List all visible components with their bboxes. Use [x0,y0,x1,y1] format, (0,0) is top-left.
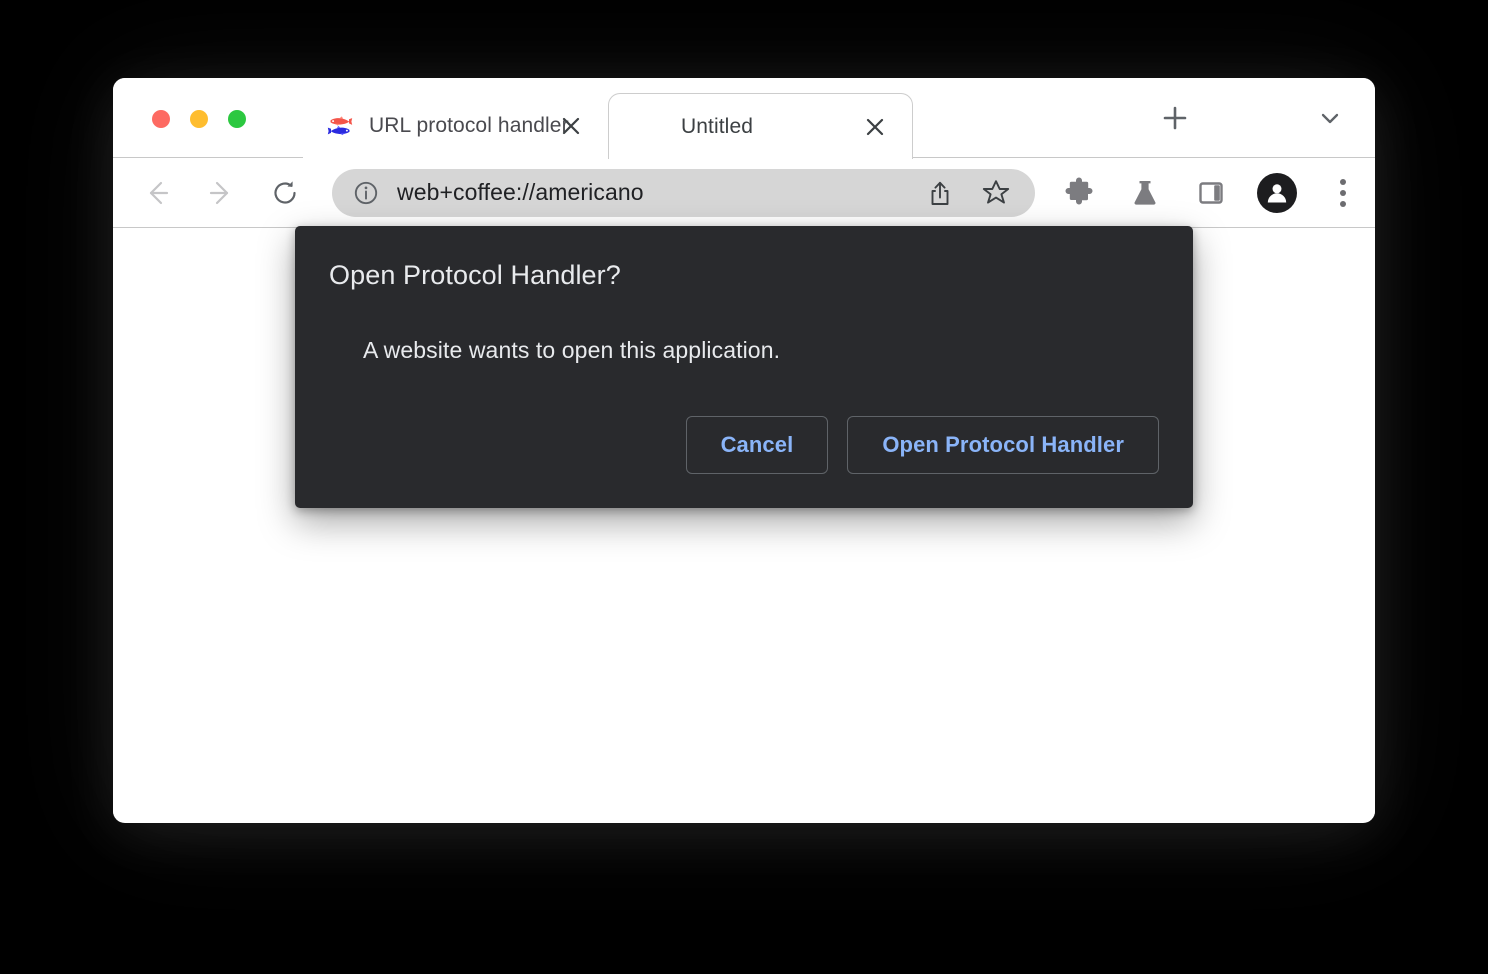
arrow-right-icon[interactable] [198,170,244,216]
tab-search-chevron-down-icon[interactable] [1313,101,1347,135]
info-circle-icon[interactable] [353,180,379,206]
screen-backdrop: URL protocol handler Untitled web+coffee… [0,0,1488,974]
open-protocol-handler-dialog: Open Protocol Handler? A website wants t… [295,226,1193,508]
arrow-left-icon[interactable] [134,170,180,216]
star-icon[interactable] [981,178,1011,208]
dialog-title: Open Protocol Handler? [329,260,621,290]
cancel-button[interactable]: Cancel [685,416,829,474]
extensions-puzzle-icon[interactable] [1059,173,1099,213]
page-viewport: Open Protocol Handler? A website wants t… [113,226,1375,822]
window-traffic-lights [152,110,246,128]
window-minimize-button[interactable] [190,110,208,128]
tab-url-protocol-handler[interactable]: URL protocol handler [303,94,608,158]
side-panel-icon[interactable] [1191,173,1231,213]
tab-close-button[interactable] [558,113,584,139]
browser-window: URL protocol handler Untitled web+coffee… [113,78,1375,823]
tab-list: URL protocol handler Untitled [303,78,913,159]
new-tab-button[interactable] [1158,101,1192,135]
three-dot-menu-icon[interactable] [1323,173,1363,213]
window-zoom-button[interactable] [228,110,246,128]
window-close-button[interactable] [152,110,170,128]
avatar[interactable] [1257,172,1297,213]
omnibox[interactable]: web+coffee://americano [332,168,1035,217]
tab-title: Untitled [681,114,754,138]
tab-close-button[interactable] [862,114,888,140]
dialog-actions: Cancel Open Protocol Handler [295,364,1193,508]
browser-toolbar: web+coffee://americano [113,158,1375,228]
menu-dots [1340,178,1346,207]
tab-untitled[interactable]: Untitled [608,93,913,159]
tropical-fish-icon [327,113,353,139]
dialog-message: A website wants to open this application… [363,337,781,363]
url-text[interactable]: web+coffee://americano [397,179,925,206]
tab-title: URL protocol handler [369,114,569,137]
tab-strip: URL protocol handler Untitled [113,78,1375,159]
experiments-flask-icon[interactable] [1125,173,1165,213]
open-protocol-handler-button[interactable]: Open Protocol Handler [847,416,1159,474]
share-icon[interactable] [925,178,955,208]
profile-avatar-icon[interactable] [1257,172,1297,213]
reload-icon[interactable] [262,170,308,216]
